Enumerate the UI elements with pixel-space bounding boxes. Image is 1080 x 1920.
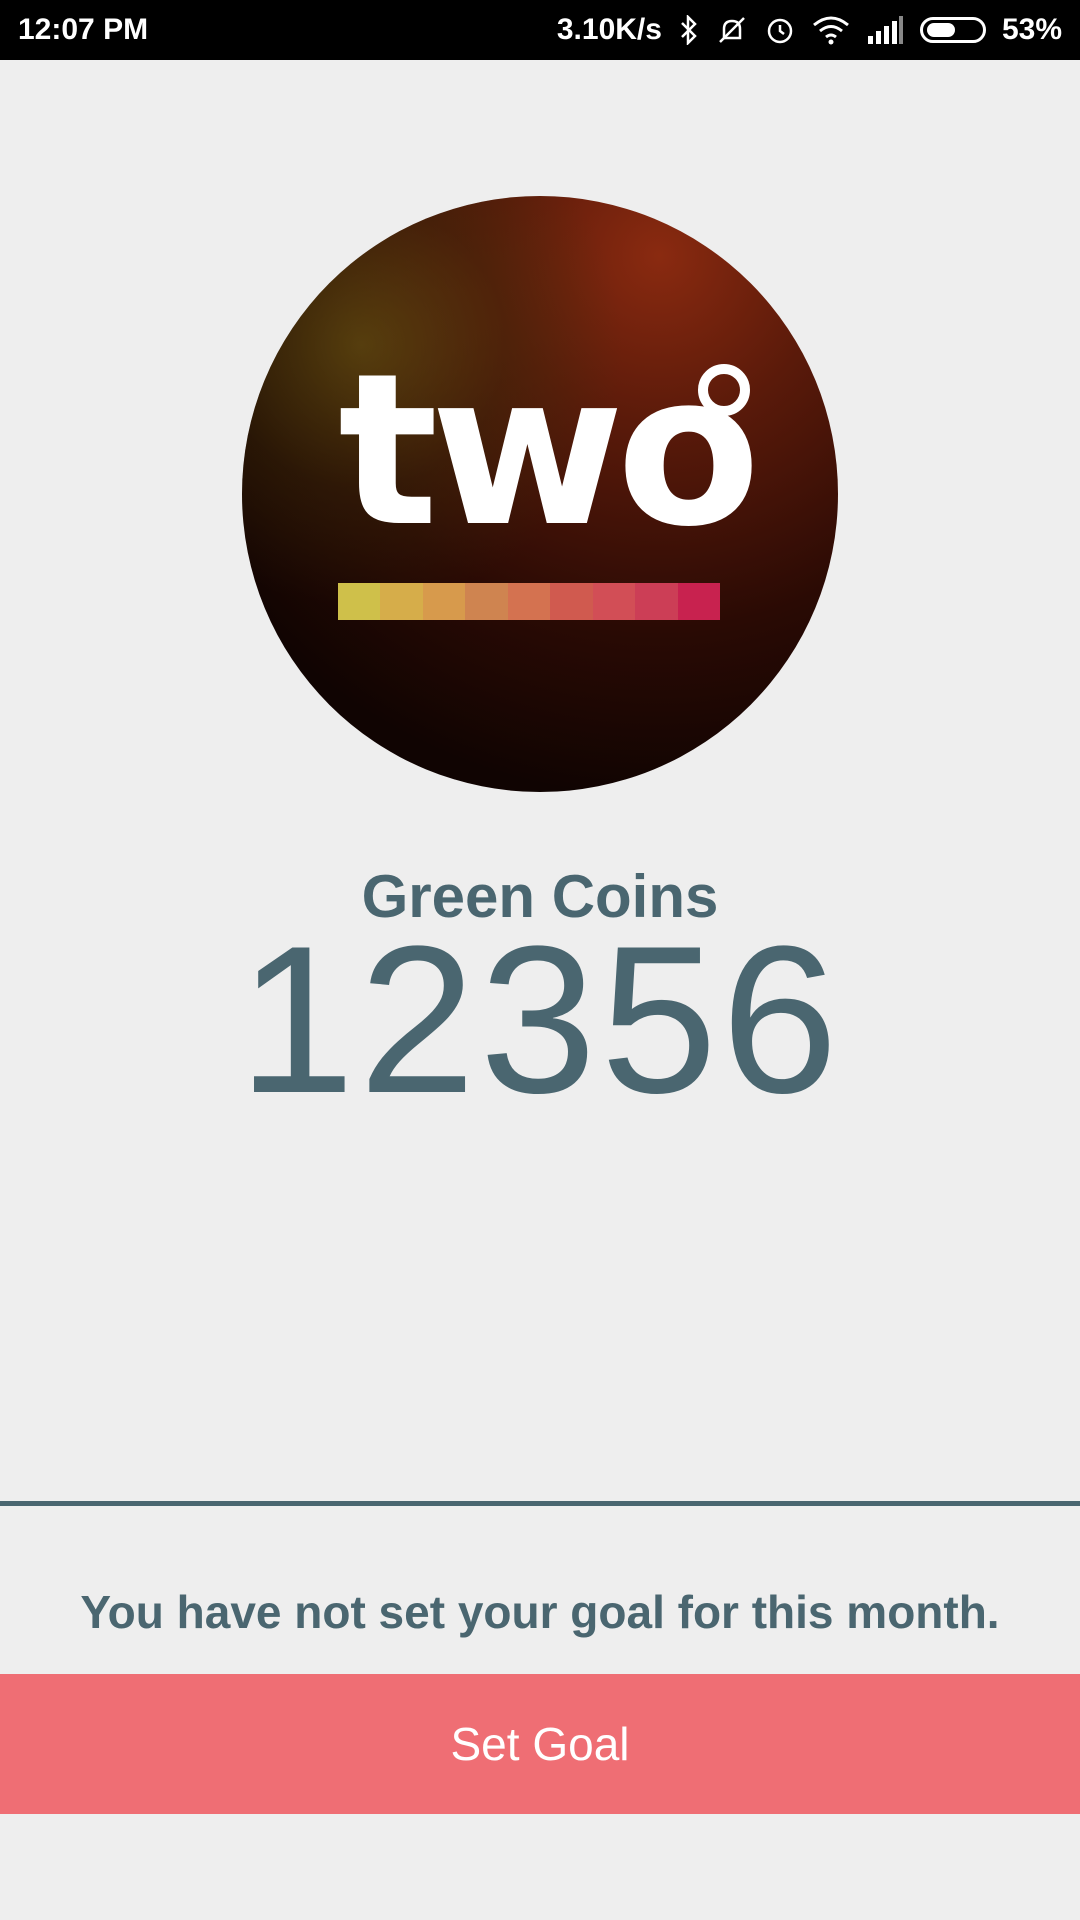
divider [0,1501,1080,1506]
status-bar: 12:07 PM 3.10K/s 53% [0,0,1080,60]
status-time: 12:07 PM [18,13,149,46]
logo-bar-segment [422,583,466,620]
logo-bar-segment [465,583,508,620]
logo-bar-segment [592,583,636,620]
logo-bar-segment [635,583,678,620]
status-icons: 3.10K/s 53% [557,13,1062,47]
logo-degree-symbol [698,364,750,416]
logo-color-bar [338,583,720,620]
goal-status-message: You have not set your goal for this mont… [80,1586,1000,1638]
battery-percent: 53% [1001,13,1062,46]
alarm-icon [764,14,796,46]
logo-text: two [338,328,761,573]
signal-icon [866,16,904,44]
set-goal-button[interactable]: Set Goal [0,1674,1080,1814]
wifi-icon [812,15,850,45]
logo-bar-segment [380,583,423,620]
logo-bar-segment [550,583,593,620]
logo-bar-segment [507,583,551,620]
logo-bar-segment [338,583,381,620]
bluetooth-icon [678,15,700,45]
battery-icon [919,17,986,43]
two-degrees-logo: two [242,196,838,792]
silent-icon [716,14,748,46]
green-coins-value: 12356 [238,902,842,1137]
logo-bar-segment [677,583,720,620]
network-speed: 3.10K/s [556,13,662,46]
